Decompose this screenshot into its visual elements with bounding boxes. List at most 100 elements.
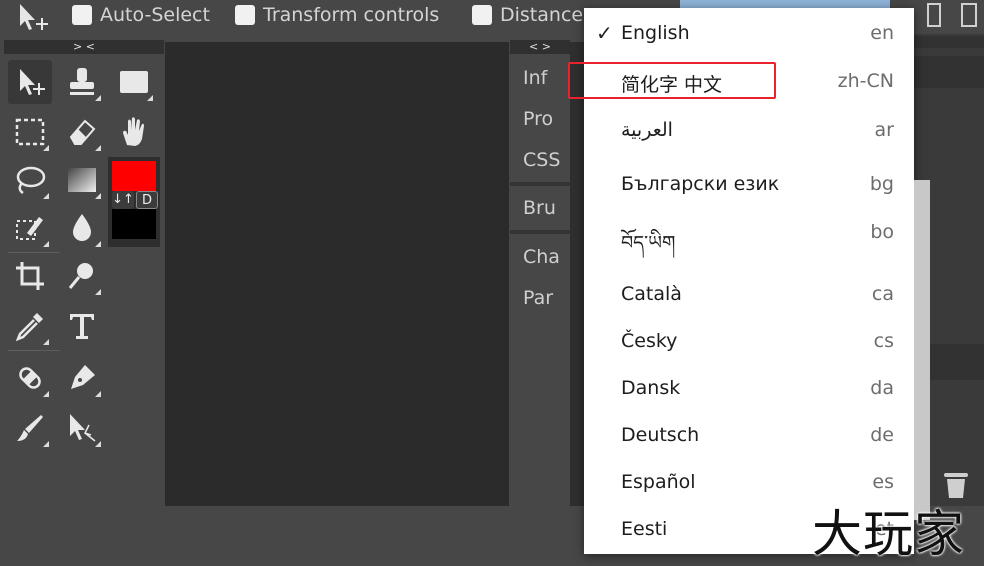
language-item-ca[interactable]: Català ca bbox=[584, 275, 914, 315]
check-icon: ✓ bbox=[596, 21, 613, 45]
language-code: en bbox=[870, 22, 894, 44]
language-code: zh-CN bbox=[837, 70, 894, 92]
language-code: ar bbox=[874, 119, 894, 141]
eraser-tool[interactable] bbox=[60, 110, 104, 154]
side-panel-tabs: Inf Pro CSS Bru Cha Par bbox=[510, 54, 570, 324]
frame-tool[interactable] bbox=[112, 60, 156, 104]
quick-select-tool-more bbox=[43, 241, 49, 247]
panel-header bbox=[914, 36, 984, 48]
dropdown-scrollbar[interactable] bbox=[914, 180, 930, 520]
blur-tool[interactable] bbox=[60, 206, 104, 250]
language-name: Eesti bbox=[621, 518, 668, 540]
quick-select-tool[interactable] bbox=[8, 206, 52, 250]
document-canvas[interactable] bbox=[165, 42, 509, 506]
tab-info[interactable]: Inf bbox=[510, 58, 570, 98]
language-name: Български език bbox=[621, 173, 780, 195]
droplet-icon bbox=[73, 214, 91, 241]
annotation-highlight-box bbox=[568, 62, 776, 99]
watermark-logo: 大玩家 bbox=[812, 505, 965, 563]
language-item-cs[interactable]: Česky cs bbox=[584, 322, 914, 362]
language-item-en[interactable]: ✓ English en bbox=[584, 14, 914, 54]
language-name: Dansk bbox=[621, 377, 681, 399]
move-tool-icon[interactable] bbox=[14, 2, 54, 32]
language-name: བོད་ཡིག bbox=[621, 232, 676, 254]
brush-tool[interactable] bbox=[8, 406, 52, 450]
language-name: English bbox=[621, 22, 690, 44]
language-code: ca bbox=[871, 283, 894, 305]
gradient-tool-more bbox=[95, 193, 101, 199]
default-colors-button[interactable]: D bbox=[136, 191, 158, 209]
eyedropper-icon bbox=[15, 313, 43, 342]
blur-tool-more bbox=[95, 241, 101, 247]
side-tab-divider bbox=[510, 182, 570, 186]
window-controls-icon[interactable] bbox=[920, 0, 984, 34]
healing-tool-more bbox=[43, 391, 49, 397]
eraser-tool-more bbox=[95, 145, 101, 151]
language-name: Català bbox=[621, 283, 682, 305]
eyedropper-tool[interactable] bbox=[8, 304, 52, 348]
language-item-de[interactable]: Deutsch de bbox=[584, 416, 914, 456]
crop-tool[interactable] bbox=[8, 254, 52, 298]
auto-select-label: Auto-Select bbox=[100, 4, 210, 26]
marquee-tool[interactable] bbox=[8, 110, 52, 154]
marquee-tool-more bbox=[43, 145, 49, 151]
crop-icon bbox=[16, 262, 44, 290]
pen-tool[interactable] bbox=[60, 356, 104, 400]
tools-divider bbox=[8, 350, 60, 351]
eyedropper-tool-more bbox=[43, 339, 49, 345]
frame-tool-more bbox=[147, 95, 153, 101]
language-name: العربية bbox=[621, 119, 673, 141]
dodge-tool-more bbox=[95, 289, 101, 295]
quick-select-icon bbox=[16, 217, 43, 240]
type-icon bbox=[70, 314, 94, 339]
swap-colors-button[interactable]: ↓↑ bbox=[112, 191, 134, 209]
language-item-da[interactable]: Dansk da bbox=[584, 369, 914, 409]
background-color-swatch[interactable] bbox=[112, 209, 156, 239]
tab-paragraph[interactable]: Par bbox=[510, 278, 570, 318]
brush-tool-more bbox=[43, 441, 49, 447]
path-select-tool-more bbox=[95, 441, 101, 447]
tab-brush[interactable]: Bru bbox=[510, 188, 570, 228]
stamp-tool[interactable] bbox=[60, 60, 104, 104]
distances-option[interactable]: Distances bbox=[472, 4, 593, 26]
tools-collapse-toggle[interactable]: > < bbox=[4, 40, 164, 54]
language-item-bo[interactable]: བོད་ཡིག bo bbox=[584, 213, 914, 254]
path-select-tool[interactable] bbox=[60, 406, 104, 450]
move-tool[interactable] bbox=[8, 60, 52, 104]
healing-tool[interactable] bbox=[8, 356, 52, 400]
distances-label: Distances bbox=[500, 4, 593, 26]
move-arrow-icon bbox=[20, 69, 45, 95]
auto-select-checkbox[interactable] bbox=[72, 5, 92, 25]
lasso-tool[interactable] bbox=[8, 158, 52, 202]
hand-icon bbox=[123, 117, 144, 146]
distances-checkbox[interactable] bbox=[472, 5, 492, 25]
language-code: bo bbox=[870, 221, 894, 243]
language-code: es bbox=[872, 471, 894, 493]
transform-controls-label: Transform controls bbox=[263, 4, 440, 26]
eraser-icon bbox=[69, 119, 96, 145]
language-name: Deutsch bbox=[621, 424, 700, 446]
tab-properties[interactable]: Pro bbox=[510, 99, 570, 139]
language-code: bg bbox=[869, 173, 894, 195]
brush-icon bbox=[17, 415, 43, 441]
tools-divider bbox=[8, 252, 60, 253]
hand-tool[interactable] bbox=[112, 110, 156, 154]
language-item-bg[interactable]: Български език bg bbox=[584, 165, 914, 205]
auto-select-option[interactable]: Auto-Select bbox=[72, 4, 210, 26]
gradient-tool[interactable] bbox=[60, 158, 104, 202]
tab-character[interactable]: Cha bbox=[510, 237, 570, 277]
bandage-icon bbox=[19, 367, 41, 389]
transform-controls-option[interactable]: Transform controls bbox=[235, 4, 439, 26]
tab-css[interactable]: CSS bbox=[510, 140, 570, 180]
side-panel-collapse-toggle[interactable]: < > bbox=[510, 40, 570, 54]
transform-controls-checkbox[interactable] bbox=[235, 5, 255, 25]
language-name: Česky bbox=[621, 330, 678, 352]
language-name: Español bbox=[621, 471, 696, 493]
foreground-color-swatch[interactable] bbox=[112, 161, 156, 191]
dodge-tool[interactable] bbox=[60, 254, 104, 298]
lasso-tool-more bbox=[43, 193, 49, 199]
pen-nib-icon bbox=[71, 365, 95, 389]
gradient-icon bbox=[68, 168, 96, 192]
language-item-ar[interactable]: العربية ar bbox=[584, 111, 914, 151]
type-tool[interactable] bbox=[60, 304, 104, 348]
